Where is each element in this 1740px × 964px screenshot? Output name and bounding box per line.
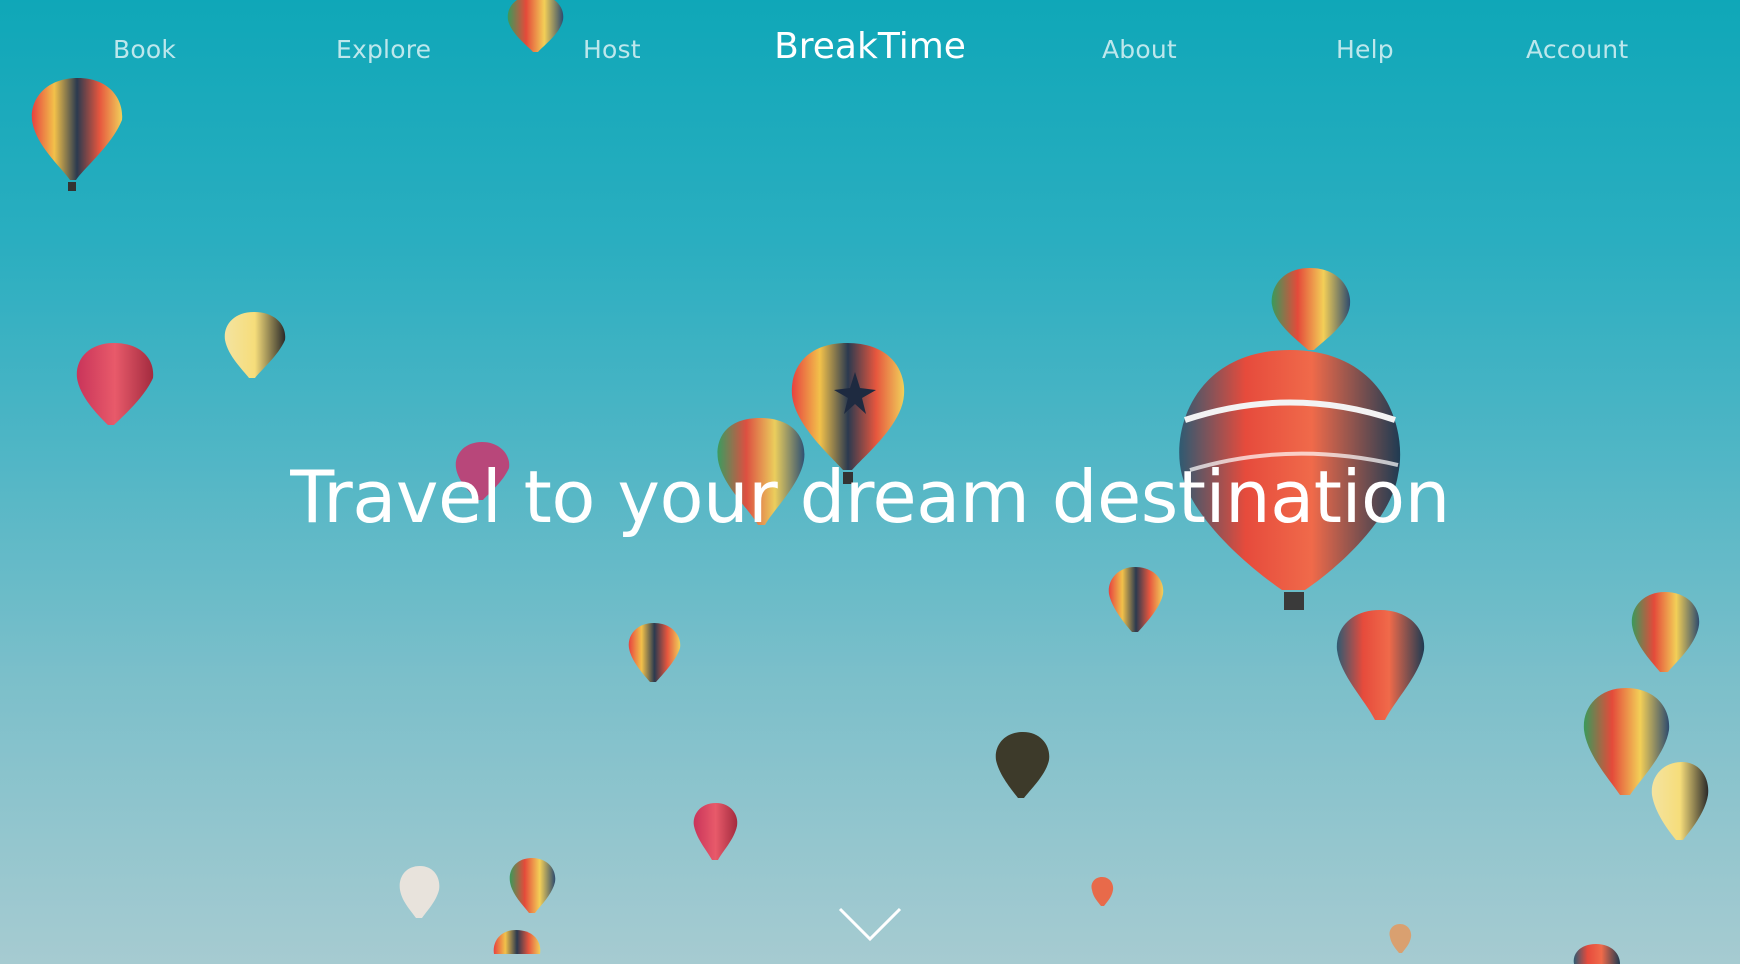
hero-section: Book Explore Host BreakTime About Help A… — [0, 0, 1740, 964]
nav-link-help[interactable]: Help — [1336, 35, 1394, 64]
chevron-down-icon — [838, 907, 902, 942]
nav-link-account[interactable]: Account — [1526, 35, 1628, 64]
nav-link-book[interactable]: Book — [113, 35, 176, 64]
nav-link-explore[interactable]: Explore — [336, 35, 431, 64]
nav-link-host[interactable]: Host — [583, 35, 641, 64]
hero-headline: Travel to your dream destination — [290, 455, 1450, 539]
scroll-down-button[interactable] — [838, 905, 902, 945]
nav-link-about[interactable]: About — [1102, 35, 1177, 64]
brand-name[interactable]: BreakTime — [774, 26, 966, 67]
